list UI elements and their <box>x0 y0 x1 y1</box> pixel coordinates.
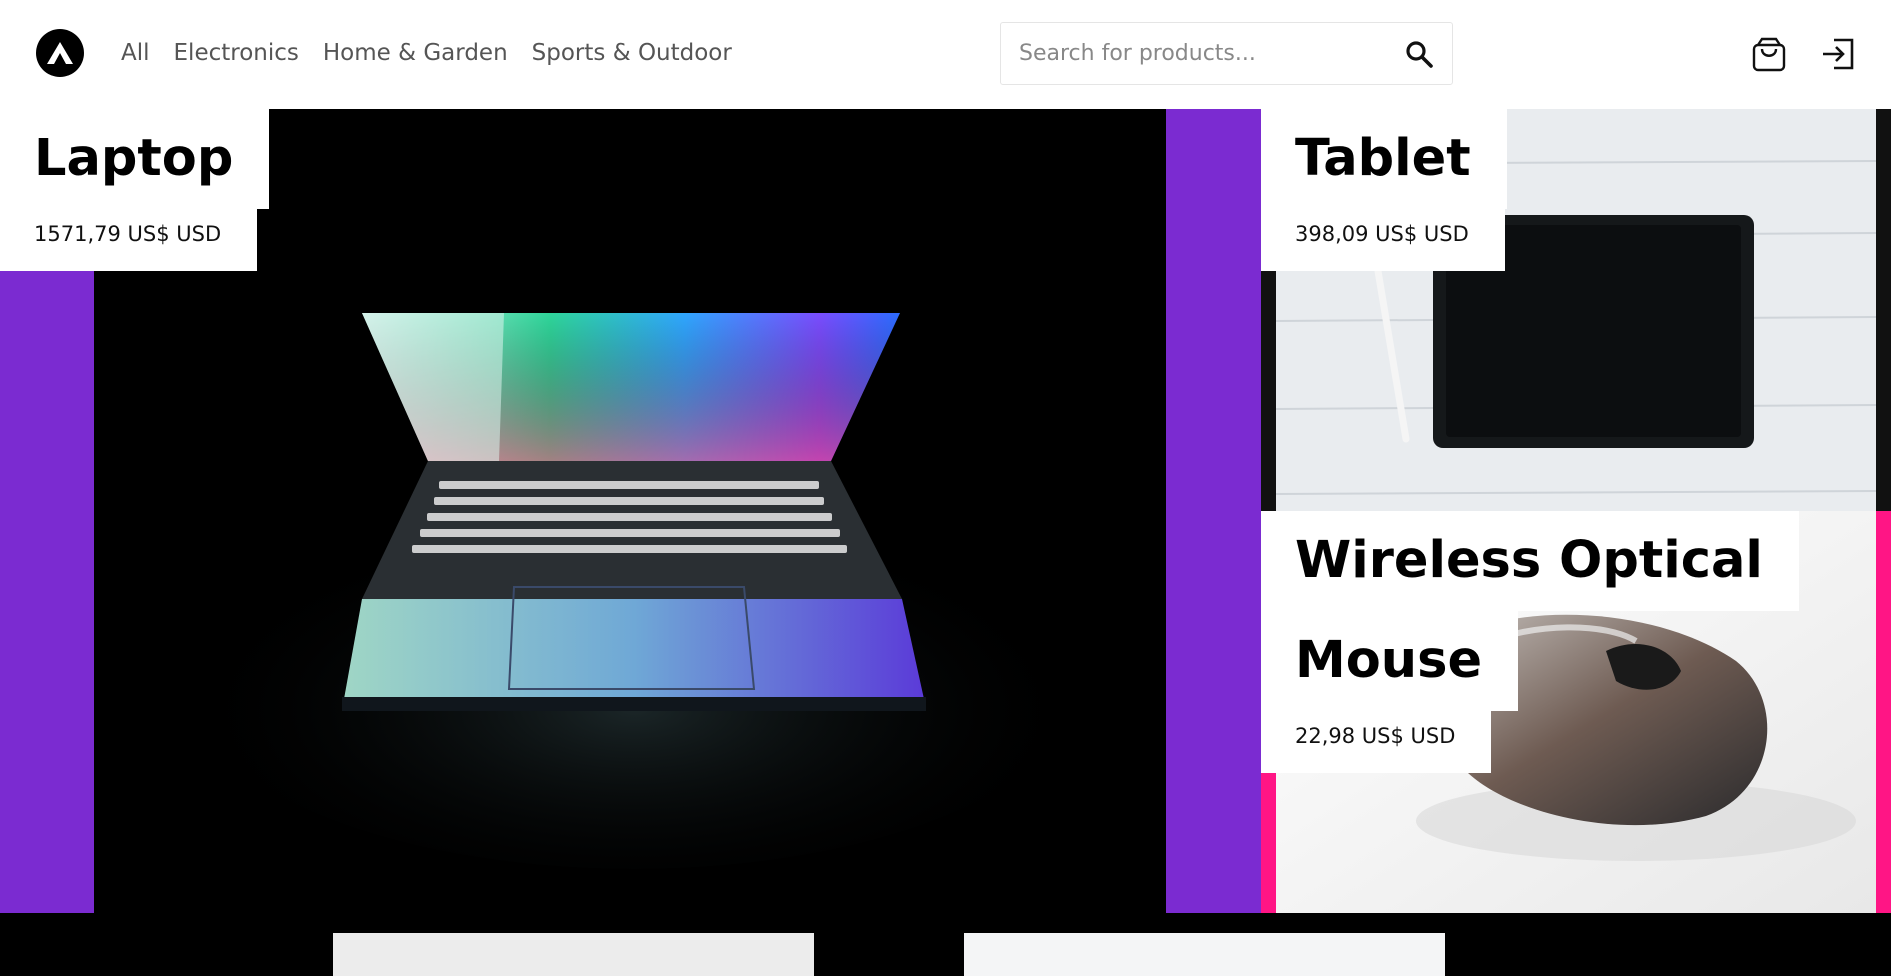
search-icon[interactable] <box>1404 39 1434 69</box>
nav-link-all[interactable]: All <box>121 40 150 66</box>
carousel-item[interactable] <box>964 933 1445 976</box>
product-tile-laptop[interactable]: Laptop 1571,79 US$ USD <box>0 109 1261 913</box>
product-carousel <box>0 913 1891 976</box>
search-box <box>1000 22 1453 85</box>
search-input[interactable] <box>1019 23 1379 84</box>
logo-icon[interactable] <box>36 29 84 77</box>
product-tile-mouse[interactable]: Wireless Optical Mouse 22,98 US$ USD <box>1261 511 1891 913</box>
product-price: 22,98 US$ USD <box>1261 703 1492 773</box>
product-price: 1571,79 US$ USD <box>0 201 258 271</box>
product-title: Tablet <box>1261 109 1507 209</box>
carousel-item[interactable] <box>333 933 814 976</box>
cart-icon[interactable] <box>1751 36 1787 72</box>
tablet-label: Tablet 398,09 US$ USD <box>1261 109 1507 271</box>
product-title-line-2: Mouse <box>1261 611 1519 711</box>
main-nav: All Electronics Home & Garden Sports & O… <box>121 40 732 66</box>
login-icon[interactable] <box>1820 36 1856 72</box>
nav-link-sports-outdoor[interactable]: Sports & Outdoor <box>532 40 732 66</box>
nav-link-home-garden[interactable]: Home & Garden <box>323 40 508 66</box>
featured-products-grid: Laptop 1571,79 US$ USD Tablet 398,09 US$… <box>0 109 1891 913</box>
product-price: 398,09 US$ USD <box>1261 201 1505 271</box>
laptop-label: Laptop 1571,79 US$ USD <box>0 109 270 271</box>
product-tile-tablet[interactable]: Tablet 398,09 US$ USD <box>1261 109 1891 511</box>
site-header: All Electronics Home & Garden Sports & O… <box>0 0 1891 109</box>
nav-link-electronics[interactable]: Electronics <box>174 40 299 66</box>
product-title-line-1: Wireless Optical <box>1261 511 1799 611</box>
mouse-label: Wireless Optical Mouse 22,98 US$ USD <box>1261 511 1799 773</box>
product-title: Laptop <box>0 109 270 209</box>
